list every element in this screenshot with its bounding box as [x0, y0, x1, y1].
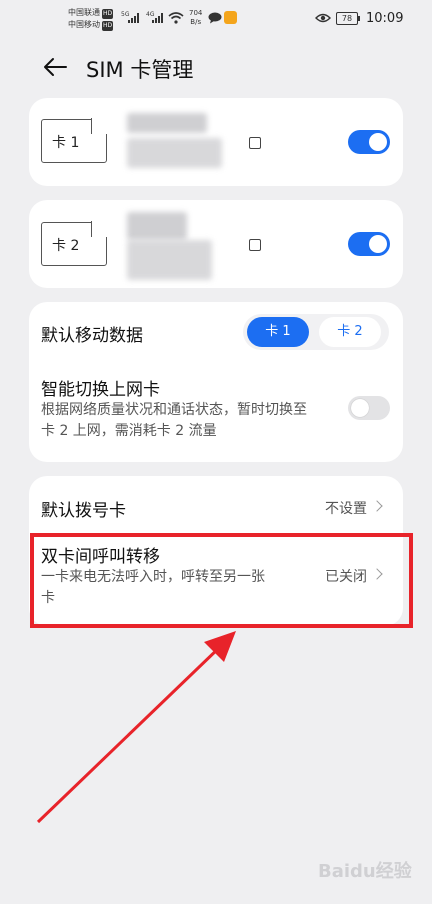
annotation-arrow: [36, 631, 236, 824]
watermark: Baidu经验: [318, 861, 412, 882]
